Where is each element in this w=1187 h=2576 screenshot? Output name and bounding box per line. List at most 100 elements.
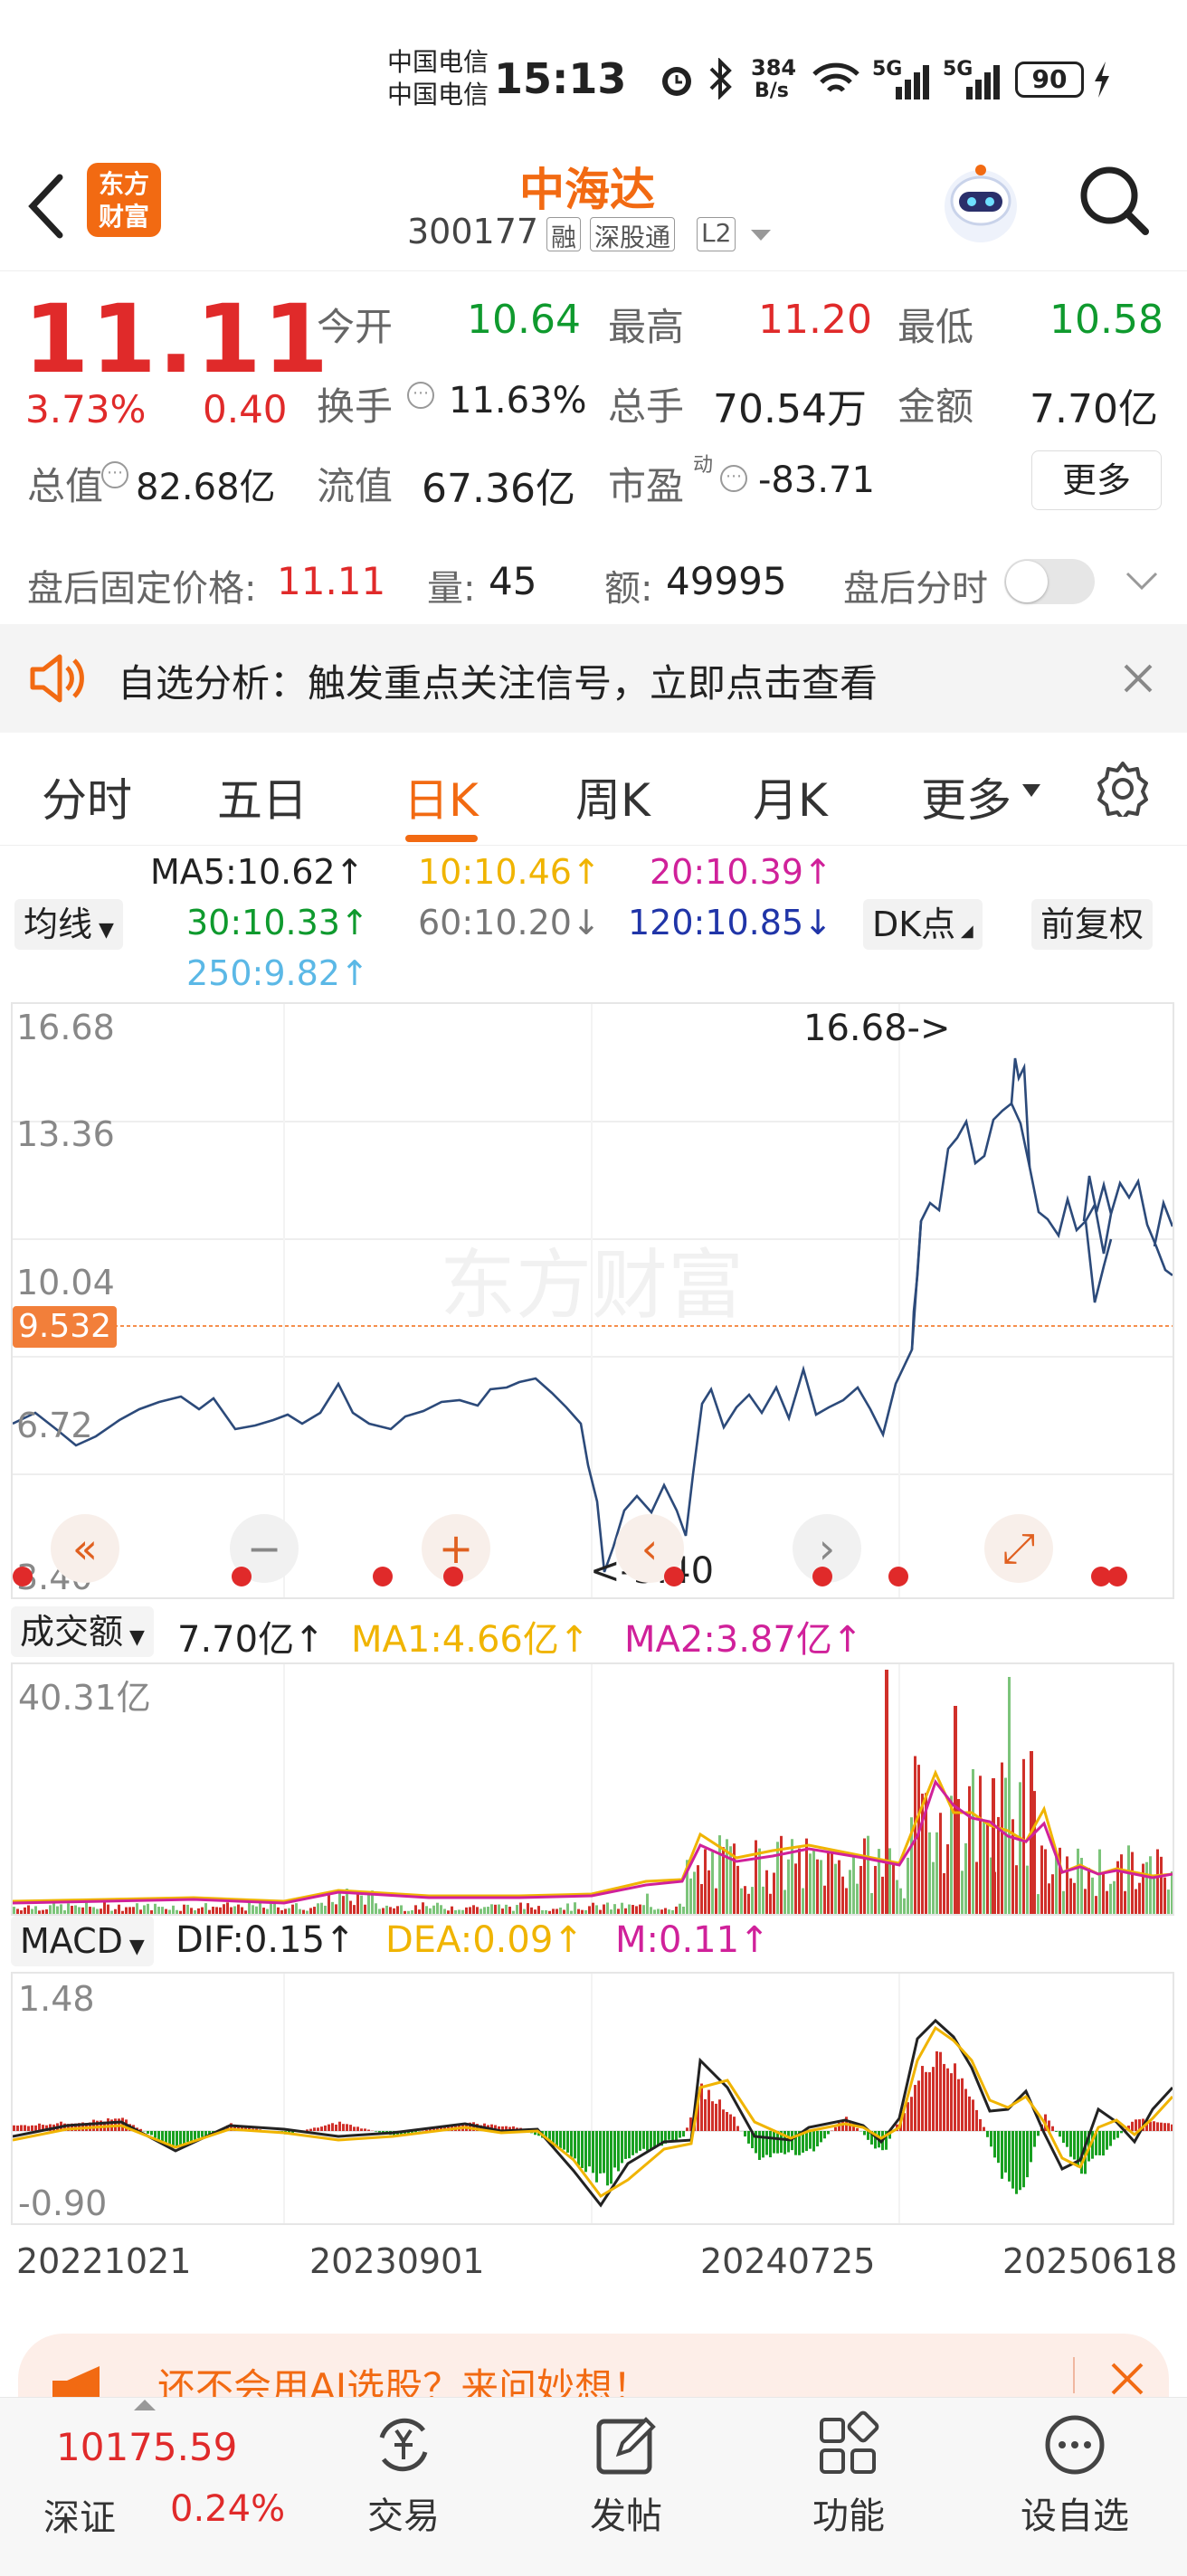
volume-bar bbox=[689, 1878, 692, 1914]
alert-banner[interactable]: 自选分析：触发重点关注信号，立即点击查看 bbox=[0, 624, 1187, 733]
low-label: 最低 bbox=[897, 305, 974, 349]
macd-bar bbox=[13, 2125, 15, 2131]
volume-bar bbox=[490, 1904, 493, 1914]
expand-chevron-icon[interactable] bbox=[1125, 570, 1158, 592]
volume-bar bbox=[1113, 1880, 1116, 1914]
macd-chart[interactable]: 1.48 -0.90 bbox=[11, 1972, 1174, 2225]
macd-bar bbox=[617, 2131, 620, 2172]
ma-selector[interactable]: 均线 ▼ bbox=[14, 899, 123, 950]
macd-bar bbox=[1135, 2119, 1137, 2131]
volume-bar bbox=[928, 1832, 931, 1914]
macd-bar bbox=[914, 2085, 916, 2131]
tab-intraday[interactable]: 分时 bbox=[42, 764, 132, 829]
rewind-button[interactable]: « bbox=[51, 1514, 119, 1583]
signal-dot[interactable] bbox=[664, 1567, 684, 1586]
macd-bar bbox=[961, 2078, 964, 2131]
back-icon[interactable] bbox=[24, 170, 69, 242]
close-icon[interactable] bbox=[1122, 662, 1154, 695]
volume-bar bbox=[707, 1870, 710, 1914]
info-icon[interactable]: ⋯ bbox=[407, 382, 434, 409]
volume-bar bbox=[157, 1907, 160, 1914]
volume-bar bbox=[845, 1888, 848, 1914]
nav-trade[interactable]: 交易 bbox=[313, 2398, 494, 2576]
index-value[interactable]: 10175.59 bbox=[56, 2425, 237, 2469]
amount-value: 7.70亿 bbox=[1030, 386, 1158, 432]
macd-bar bbox=[16, 2125, 19, 2131]
dk-point-button[interactable]: DK点 ◢ bbox=[863, 899, 983, 950]
tab-five-day[interactable]: 五日 bbox=[217, 764, 308, 829]
info-icon[interactable]: ⋯ bbox=[101, 461, 128, 488]
after-hours-toggle[interactable] bbox=[1004, 559, 1095, 604]
macd-bar bbox=[954, 2063, 956, 2131]
volume-selector[interactable]: 成交额 ▼ bbox=[11, 1606, 154, 1657]
macd-bar bbox=[1160, 2122, 1163, 2131]
macd-bar bbox=[972, 2099, 974, 2131]
nav-functions[interactable]: 功能 bbox=[758, 2398, 939, 2576]
signal-dot[interactable] bbox=[888, 1567, 908, 1586]
volume-bar bbox=[1095, 1896, 1097, 1914]
volume-bar bbox=[1106, 1890, 1108, 1914]
more-button[interactable]: 更多 bbox=[1031, 450, 1162, 510]
signal-dot[interactable] bbox=[232, 1567, 252, 1586]
tab-more[interactable]: 更多 bbox=[921, 764, 1011, 829]
volume-bar bbox=[85, 1902, 88, 1914]
macd-selector[interactable]: MACD ▼ bbox=[11, 1916, 154, 1966]
volume-bar bbox=[715, 1888, 717, 1914]
close-icon[interactable] bbox=[1109, 2361, 1145, 2397]
eastmoney-logo[interactable]: 东方 财富 bbox=[87, 163, 161, 237]
volume-bar bbox=[400, 1905, 403, 1914]
status-time: 15:13 bbox=[494, 54, 627, 103]
macd-bar bbox=[917, 2080, 920, 2131]
after-amt-label: 额: bbox=[604, 568, 653, 610]
signal-dot[interactable] bbox=[373, 1567, 393, 1586]
tab-daily-k[interactable]: 日K bbox=[404, 764, 479, 829]
gear-icon[interactable] bbox=[1095, 761, 1151, 817]
high-note: 16.68-> bbox=[803, 1008, 951, 1049]
macd-bar bbox=[628, 2131, 631, 2159]
volume-bar bbox=[338, 1891, 341, 1914]
macd-bar bbox=[823, 2131, 826, 2139]
macd-bar bbox=[729, 2114, 732, 2131]
volume-bar bbox=[418, 1909, 421, 1914]
volume-bar bbox=[204, 1903, 207, 1914]
signal-dot[interactable] bbox=[443, 1567, 463, 1586]
adjust-button[interactable]: 前复权 bbox=[1031, 899, 1154, 950]
nav-watchlist-settings[interactable]: 设自选 bbox=[984, 2398, 1165, 2576]
macd-bar bbox=[943, 2063, 945, 2131]
signal-dot[interactable] bbox=[1107, 1567, 1127, 1586]
macd-bar bbox=[631, 2131, 634, 2155]
tab-weekly-k[interactable]: 周K bbox=[575, 764, 650, 829]
signal-dot[interactable] bbox=[812, 1567, 832, 1586]
volume-bar bbox=[432, 1905, 435, 1914]
volume-bar bbox=[1156, 1849, 1159, 1914]
volume-bar bbox=[660, 1909, 663, 1914]
volume-bar bbox=[671, 1909, 674, 1914]
search-icon[interactable] bbox=[1077, 163, 1153, 239]
speaker-icon bbox=[30, 654, 84, 703]
tab-monthly-k[interactable]: 月K bbox=[753, 764, 828, 829]
info-icon[interactable]: ⋯ bbox=[720, 465, 747, 492]
price-chart-canvas: 东方财富 bbox=[13, 1004, 1173, 1597]
mktcap-label: 总值 bbox=[27, 464, 104, 508]
battery-level: 90 bbox=[1031, 64, 1068, 94]
volume-bar bbox=[595, 1905, 598, 1914]
macd-bar bbox=[809, 2131, 812, 2149]
chevron-down-icon[interactable] bbox=[749, 228, 773, 242]
volume-bar bbox=[212, 1907, 214, 1914]
volume-bar bbox=[921, 1794, 924, 1914]
volume-bar bbox=[816, 1859, 819, 1914]
volume-bar bbox=[194, 1910, 196, 1914]
macd-bar bbox=[599, 2131, 602, 2174]
volume-bar bbox=[1098, 1849, 1101, 1914]
volume-bar bbox=[1019, 1782, 1021, 1914]
nav-post[interactable]: 发帖 bbox=[536, 2398, 717, 2576]
signal-dot[interactable] bbox=[13, 1567, 33, 1586]
volume-bar bbox=[302, 1909, 305, 1914]
volume-bar bbox=[664, 1908, 667, 1914]
volume-bar bbox=[642, 1905, 645, 1914]
volume-bar bbox=[954, 1706, 957, 1914]
price-chart[interactable]: 东方财富 16.68 13.36 10.04 6.72 3.40 9.532 1… bbox=[11, 1002, 1174, 1599]
volume-chart[interactable]: 40.31亿 bbox=[11, 1662, 1174, 1916]
fullscreen-button[interactable]: ⤢ bbox=[984, 1514, 1053, 1583]
robot-assistant-icon[interactable] bbox=[937, 159, 1024, 246]
